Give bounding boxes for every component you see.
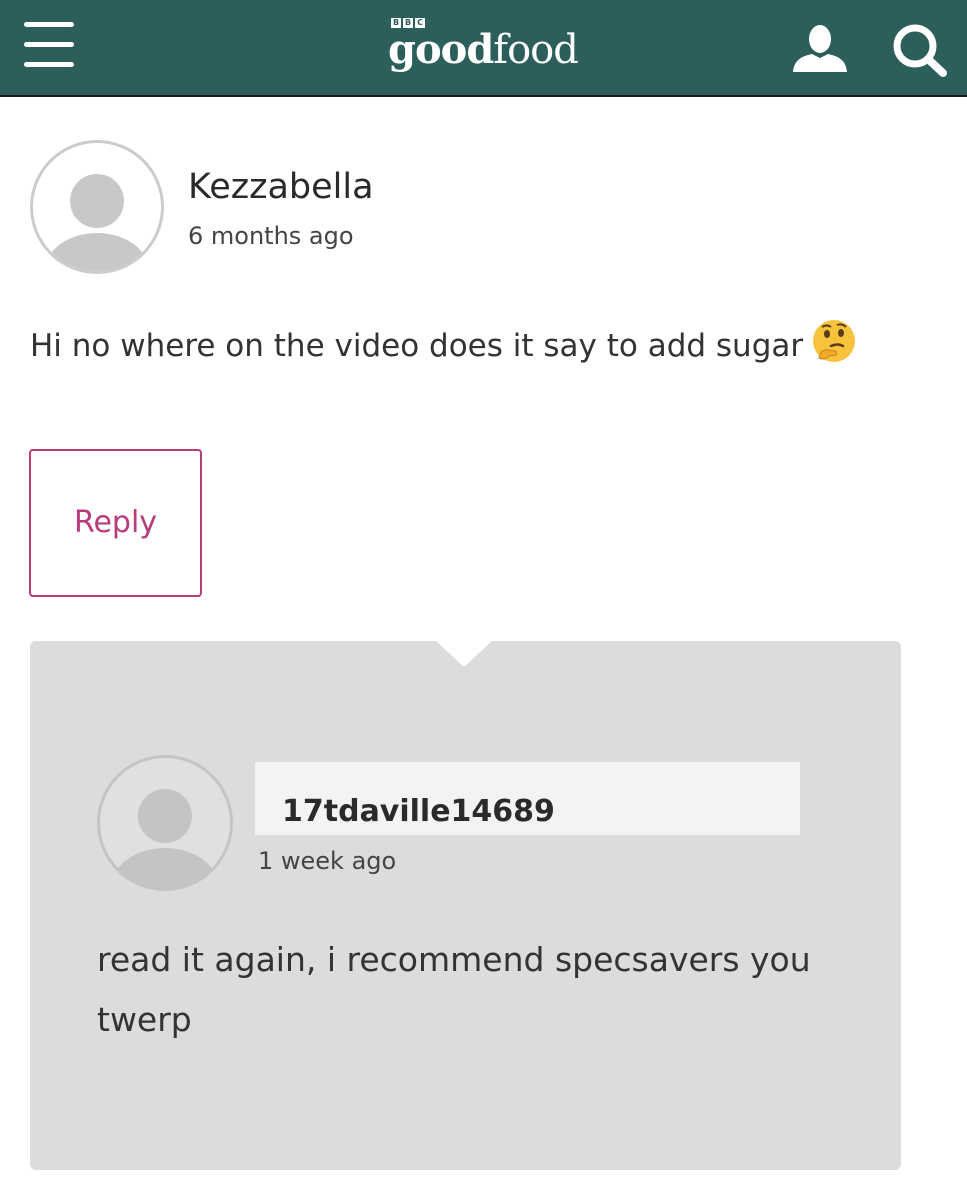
site-header: B B C goodfood [0,0,967,97]
search-icon[interactable] [890,22,950,78]
menu-bar [24,42,74,47]
reply-button[interactable]: Reply [29,449,202,597]
thinking-face-emoji [811,318,857,377]
logo-word-food: food [493,27,579,73]
menu-bar [24,62,74,67]
reply-panel-pointer [436,641,492,667]
hamburger-menu-icon[interactable] [24,20,76,72]
default-avatar-icon [45,174,149,271]
reply-text: read it again, i recommend specsavers yo… [97,940,811,1039]
comment-text: Hi no where on the video does it say to … [30,318,857,377]
menu-bar [24,22,74,27]
reply-panel [30,641,901,1170]
comment-timestamp: 6 months ago [188,222,354,250]
avatar [30,140,164,274]
logo-wordmark: goodfood [388,26,579,74]
reply-avatar [97,755,233,891]
reply-timestamp: 1 week ago [258,847,397,875]
logo-word-good: good [388,26,494,73]
reply-author[interactable]: 17tdaville14689 [282,792,555,832]
site-logo[interactable]: B B C goodfood [388,18,588,78]
user-account-icon[interactable] [790,24,850,74]
comment-author[interactable]: Kezzabella [188,166,374,208]
default-avatar-icon [111,789,219,888]
comment-text-content: Hi no where on the video does it say to … [30,328,804,364]
